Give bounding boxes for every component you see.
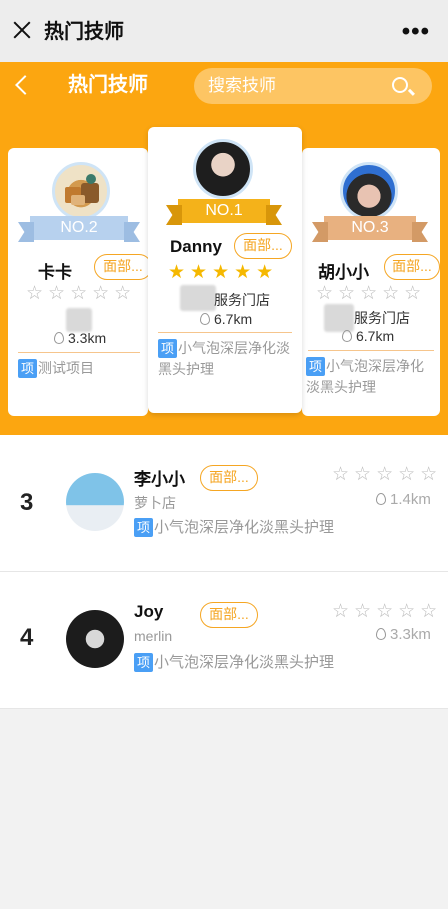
rating-stars: ☆☆☆☆☆ [332, 464, 443, 485]
distance-value: 6.7km [214, 311, 253, 327]
bags-image [65, 174, 99, 205]
podium-card-1[interactable]: NO.1 Danny 面部... ★★★★★ 服务门店 6.7km 项小气泡深层… [148, 127, 302, 413]
service: 项小气泡深层净化淡黑头护理 [134, 652, 334, 673]
ranking-list: 3 李小小 面部... 萝卜店 ☆☆☆☆☆ 1.4km 项小气泡深层净化淡黑头护… [0, 435, 448, 709]
list-item[interactable]: 4 Joy 面部... merlin ☆☆☆☆☆ 3.3km 项小气泡深层净化淡… [0, 572, 448, 709]
search-input[interactable]: 搜索技师 [208, 76, 276, 96]
technician-name: Danny [170, 237, 222, 256]
store-name: merlin [134, 628, 173, 644]
store-name: 服务门店 [354, 310, 410, 326]
service-name: 小气泡深层净化淡黑头护理 [154, 519, 335, 536]
service-name: 小气泡深层净化淡黑头护理 [154, 654, 335, 671]
tag-button[interactable]: 面部... [200, 465, 258, 491]
service: 项小气泡深层净化淡黑头护理 [158, 338, 296, 380]
location-icon [376, 628, 386, 640]
location-icon [342, 330, 352, 342]
rank-label: NO.3 [351, 219, 389, 236]
store-name: 萝卜店 [134, 495, 176, 511]
service-badge: 项 [134, 518, 153, 537]
service-badge: 项 [306, 357, 325, 376]
distance: 6.7km [342, 328, 394, 344]
distance: 6.7km [200, 311, 252, 327]
avatar [340, 162, 398, 220]
divider [308, 350, 434, 351]
search-icon[interactable] [392, 77, 408, 93]
rating-stars: ☆☆☆☆☆ [316, 283, 427, 304]
location-icon [54, 332, 64, 344]
avatar [66, 610, 124, 668]
tag-button[interactable]: 面部... [234, 233, 292, 259]
window-bar: 热门技师 ••• [0, 0, 448, 62]
list-item[interactable]: 3 李小小 面部... 萝卜店 ☆☆☆☆☆ 1.4km 项小气泡深层净化淡黑头护… [0, 435, 448, 572]
rank-label: NO.1 [205, 202, 243, 219]
podium-card-2[interactable]: NO.2 卡卡 面部... ☆☆☆☆☆ 3.3km 项测试项目 [8, 148, 148, 416]
blurred-store [180, 285, 216, 311]
service: 项测试项目 [18, 358, 142, 379]
rank-label: NO.2 [60, 219, 98, 236]
window-title: 热门技师 [44, 21, 124, 43]
distance-value: 6.7km [356, 328, 395, 344]
service-name: 小气泡深层净化淡黑头护理 [158, 340, 290, 377]
service-badge: 项 [158, 339, 177, 358]
service: 项小气泡深层净化淡黑头护理 [306, 356, 436, 398]
close-icon[interactable] [12, 20, 32, 40]
technician-name: 胡小小 [318, 263, 369, 282]
store-name: 服务门店 [214, 292, 270, 308]
service-badge: 项 [18, 359, 37, 378]
technician-name: 李小小 [134, 470, 185, 489]
rank-number: 4 [20, 624, 34, 651]
rank-ribbon: NO.3 [312, 216, 428, 242]
rating-stars: ★★★★★ [168, 262, 279, 283]
technician-name: Joy [134, 602, 164, 621]
location-icon [200, 313, 210, 325]
row-divider [0, 708, 448, 709]
distance-value: 1.4km [390, 491, 431, 508]
rank-number: 3 [20, 489, 34, 516]
location-icon [376, 493, 386, 505]
distance: 3.3km [376, 626, 431, 643]
search-box[interactable]: 搜索技师 [194, 68, 432, 104]
distance: 3.3km [54, 330, 106, 346]
avatar [52, 162, 110, 220]
distance-value: 3.3km [390, 626, 431, 643]
service-name: 测试项目 [38, 360, 94, 376]
rating-stars: ☆☆☆☆☆ [332, 601, 443, 622]
more-icon[interactable]: ••• [402, 20, 430, 44]
distance: 1.4km [376, 491, 431, 508]
avatar [66, 473, 124, 531]
divider [158, 332, 292, 333]
rating-stars: ☆☆☆☆☆ [26, 283, 137, 304]
service-badge: 项 [134, 653, 153, 672]
service: 项小气泡深层净化淡黑头护理 [134, 517, 334, 538]
rank-ribbon: NO.1 [166, 199, 282, 225]
tag-button[interactable]: 面部... [94, 254, 148, 280]
distance-value: 3.3km [68, 330, 107, 346]
rank-ribbon: NO.2 [18, 216, 140, 242]
avatar [193, 139, 253, 199]
blurred-store [66, 308, 92, 332]
technician-name: 卡卡 [38, 263, 72, 282]
page-title: 热门技师 [68, 74, 148, 96]
podium-card-3[interactable]: NO.3 胡小小 面部... ☆☆☆☆☆ 服务门店 6.7km 项小气泡深层净化… [302, 148, 440, 416]
tag-button[interactable]: 面部... [384, 254, 440, 280]
tag-button[interactable]: 面部... [200, 602, 258, 628]
divider [18, 352, 140, 353]
